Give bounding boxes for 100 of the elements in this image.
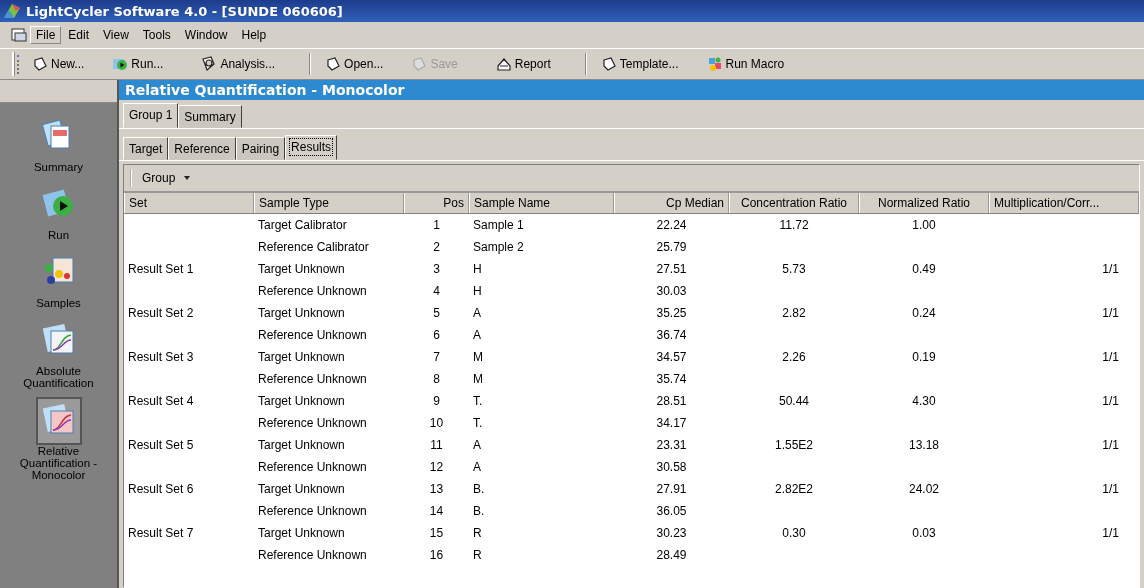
table-cell: Result Set 2 xyxy=(128,306,194,320)
table-cell: 13.18 xyxy=(909,438,939,452)
table-cell: 28.51 xyxy=(656,394,687,408)
sidebar-item[interactable]: Samples xyxy=(2,249,115,309)
table-cell: 0.30 xyxy=(782,526,806,540)
table-cell: 27.91 xyxy=(656,482,687,496)
table-cell: 14 xyxy=(429,504,444,518)
table-cell: 2.82 xyxy=(782,306,806,320)
column-header[interactable]: Set xyxy=(124,193,254,213)
table-cell: Reference Unknown xyxy=(258,328,367,342)
table-cell: 27.51 xyxy=(656,262,687,276)
tab[interactable]: Target xyxy=(123,137,169,160)
table-cell: R xyxy=(473,526,482,540)
menu-item[interactable]: Help xyxy=(234,26,274,44)
table-cell: A xyxy=(473,460,481,474)
table-cell: Result Set 7 xyxy=(128,526,194,540)
table-cell: 34.57 xyxy=(656,350,687,364)
document-icon[interactable] xyxy=(10,27,28,43)
sidebar-item[interactable]: Absolute Quantification xyxy=(2,317,115,389)
table-cell: 1/1 xyxy=(1102,350,1119,364)
table-cell: 34.17 xyxy=(656,416,687,430)
table-cell: A xyxy=(473,328,481,342)
toolbar-button[interactable]: Run... xyxy=(108,54,168,74)
table-cell: Target Calibrator xyxy=(258,218,347,232)
column-header[interactable]: Cp Median xyxy=(614,193,729,213)
table-cell: 35.25 xyxy=(656,306,687,320)
table-cell: Target Unknown xyxy=(258,526,345,540)
toolbar-button[interactable]: Open... xyxy=(321,54,388,74)
table-cell: 22.24 xyxy=(656,218,687,232)
table-cell: B. xyxy=(473,504,485,518)
toolbar-button[interactable]: Run Macro xyxy=(702,54,789,74)
table-cell: T. xyxy=(473,416,483,430)
table-cell: 16 xyxy=(429,548,444,562)
table-cell: 24.02 xyxy=(909,482,939,496)
sidebar-item[interactable]: Run xyxy=(2,181,115,241)
table-cell: Result Set 3 xyxy=(128,350,194,364)
table-cell: 35.74 xyxy=(656,372,687,386)
table-cell: 1.55E2 xyxy=(774,438,813,452)
table-cell: Reference Unknown xyxy=(258,548,367,562)
column-header[interactable]: Sample Name xyxy=(469,193,614,213)
toolbar-grip-icon[interactable] xyxy=(12,52,20,76)
table-cell: 30.03 xyxy=(656,284,687,298)
table-cell: 5.73 xyxy=(782,262,806,276)
column-header[interactable]: Concentration Ratio xyxy=(729,193,859,213)
window-title: LightCycler Software 4.0 - [SUNDE 060606] xyxy=(26,3,343,19)
sidebar-item[interactable]: Relative Quantification - Monocolor xyxy=(2,397,115,481)
table-cell: 2 xyxy=(433,240,440,254)
table-cell: 1/1 xyxy=(1102,526,1119,540)
table-cell: 10 xyxy=(429,416,444,430)
table-cell: A xyxy=(473,438,481,452)
table-cell: Reference Unknown xyxy=(258,416,367,430)
table-cell: 9 xyxy=(433,394,440,408)
toolbar-button[interactable]: Report xyxy=(491,54,555,74)
tab[interactable]: Summary xyxy=(178,105,242,128)
toolbar-button[interactable]: New... xyxy=(28,54,89,74)
column-header[interactable]: Pos xyxy=(404,193,469,213)
table-cell: 28.49 xyxy=(656,548,687,562)
table-cell: Reference Unknown xyxy=(258,504,367,518)
toolbar-button[interactable]: Analysis... xyxy=(197,54,280,74)
table-cell: Target Unknown xyxy=(258,262,345,276)
table-cell: 36.74 xyxy=(656,328,687,342)
table-cell: 0.19 xyxy=(912,350,936,364)
table-cell: 12 xyxy=(429,460,444,474)
column-header[interactable]: Multiplication/Corr... xyxy=(989,193,1139,213)
table-cell: Result Set 5 xyxy=(128,438,194,452)
menu-item[interactable]: Window xyxy=(177,26,235,44)
table-cell: 1 xyxy=(433,218,440,232)
menu-item[interactable]: Edit xyxy=(61,26,97,44)
table-cell: 1/1 xyxy=(1102,394,1119,408)
tab[interactable]: Reference xyxy=(168,137,236,160)
table-cell: 23.31 xyxy=(656,438,687,452)
table-cell: H xyxy=(473,284,482,298)
table-cell: Sample 2 xyxy=(473,240,524,254)
table-cell: Reference Unknown xyxy=(258,460,367,474)
tab[interactable]: Group 1 xyxy=(123,103,179,128)
table-cell: 1/1 xyxy=(1102,438,1119,452)
table-cell: 7 xyxy=(433,350,440,364)
table-cell: 8 xyxy=(433,372,440,386)
menu-item[interactable]: View xyxy=(96,26,136,44)
table-cell: Result Set 6 xyxy=(128,482,194,496)
column-header[interactable]: Sample Type xyxy=(254,193,404,213)
table-cell: 11 xyxy=(430,438,443,452)
table-cell: Reference Unknown xyxy=(258,284,367,298)
column-header[interactable]: Normalized Ratio xyxy=(859,193,989,213)
sidebar-item[interactable]: Summary xyxy=(2,113,115,173)
table-cell: 13 xyxy=(429,482,444,496)
menu-item[interactable]: File xyxy=(30,26,62,44)
table-cell: 11.72 xyxy=(779,218,809,232)
tab[interactable]: Results xyxy=(285,135,338,160)
table-cell: 1/1 xyxy=(1102,482,1119,496)
table-cell: B. xyxy=(473,482,485,496)
table-cell: 4.30 xyxy=(912,394,936,408)
tab[interactable]: Pairing xyxy=(235,137,286,160)
table-cell: 2.82E2 xyxy=(774,482,813,496)
table-cell: 1.00 xyxy=(912,218,936,232)
table-cell: 3 xyxy=(433,262,440,276)
toolbar-button[interactable]: Template... xyxy=(596,54,683,74)
table-cell: M xyxy=(473,372,483,386)
menu-item[interactable]: Tools xyxy=(135,26,178,44)
group-dropdown-button[interactable]: Group xyxy=(130,169,202,187)
